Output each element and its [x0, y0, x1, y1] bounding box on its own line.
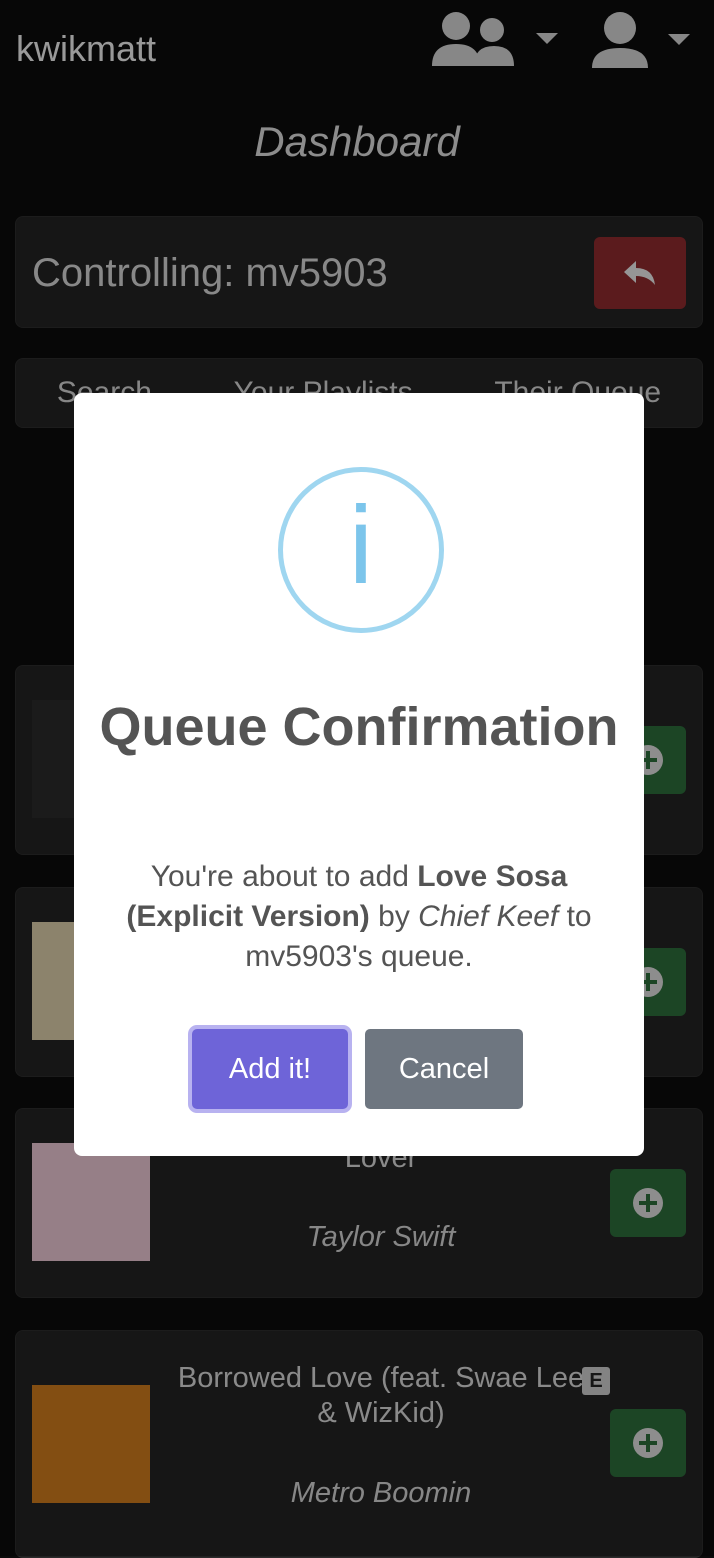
artist-name: Chief Keef	[418, 900, 559, 933]
info-icon: i	[278, 467, 444, 633]
cancel-button[interactable]: Cancel	[365, 1029, 523, 1109]
queue-confirmation-dialog: i Queue Confirmation You're about to add…	[74, 393, 644, 1156]
dialog-title: Queue Confirmation	[99, 697, 619, 757]
confirm-add-button[interactable]: Add it!	[192, 1029, 348, 1109]
dialog-message: You're about to add Love Sosa (Explicit …	[126, 860, 592, 973]
